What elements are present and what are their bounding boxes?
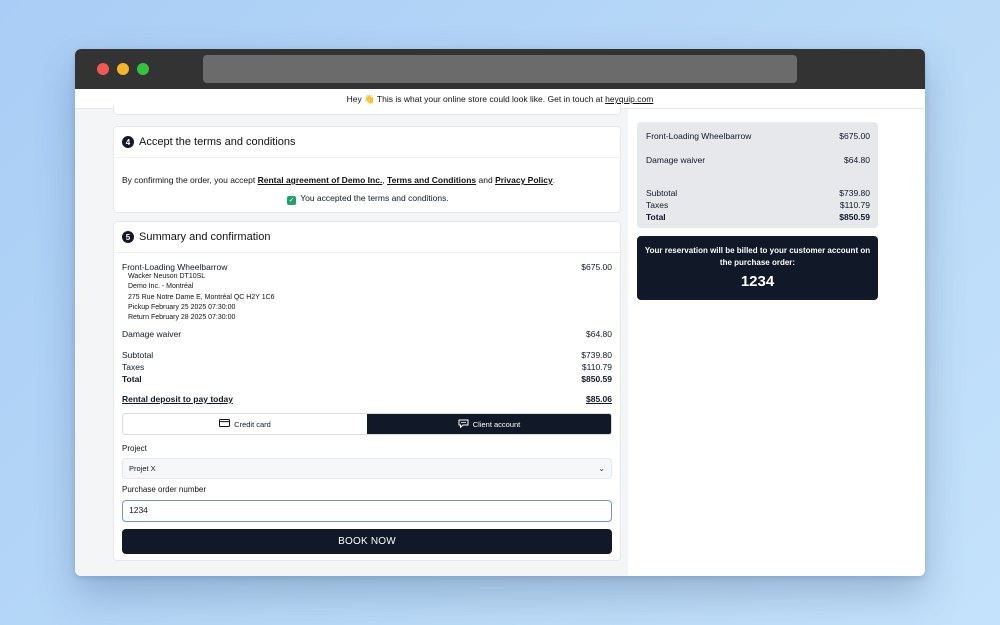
project-selected-value: Projet X [129,464,156,473]
credit-card-icon [219,419,231,429]
summary-header: 5 Summary and confirmation [114,222,620,253]
terms-intro: By confirming the order, you accept [122,175,258,185]
checkout-main-column: 4 Accept the terms and conditions By con… [113,105,621,576]
rental-agreement-link[interactable]: Rental agreement of Demo Inc. [258,175,383,185]
item-address: 275 Rue Notre Dame E, Montréal QC H2Y 1C… [128,293,275,301]
purchase-order-label: Purchase order number [122,485,207,494]
sidebar-subtotal-row: Subtotal $739.80 [646,188,870,198]
project-label: Project [122,444,147,453]
item-row: Front-Loading Wheelbarrow $675.00 [122,262,612,272]
taxes-row: Taxes $110.79 [122,362,612,372]
minimize-window-button[interactable] [117,63,129,75]
item-price: $675.00 [581,262,612,272]
waiver-price: $64.80 [586,329,612,339]
step-number-badge: 5 [122,231,134,243]
taxes-label: Taxes [122,362,145,372]
purchase-order-input[interactable]: 1234 [122,500,612,522]
sidebar-taxes-value: $110.79 [839,200,870,210]
close-window-button[interactable] [97,63,109,75]
sidebar-taxes-row: Taxes $110.79 [646,200,870,210]
privacy-policy-link[interactable]: Privacy Policy [495,175,553,185]
sidebar-subtotal-label: Subtotal [646,188,678,198]
tab-credit-card[interactable]: Credit card [123,414,367,434]
sidebar-total-value: $850.59 [839,212,870,222]
waiver-row: Damage waiver $64.80 [122,329,612,339]
sidebar-taxes-label: Taxes [646,200,669,210]
step-number-badge: 4 [122,136,134,148]
sidebar-subtotal-value: $739.80 [839,188,870,198]
title-bar [75,49,925,89]
item-pickup: Pickup February 25 2025 07:30:00 [128,303,236,311]
terms-statement: By confirming the order, you accept Rent… [122,175,555,185]
maximize-window-button[interactable] [137,63,149,75]
item-return: Return February 28 2025 07:30:00 [128,314,236,322]
deposit-value: $85.06 [586,394,612,404]
sidebar-summary-card: Front-Loading Wheelbarrow $675.00 Damage… [637,122,878,228]
terms-and: and [476,175,496,185]
subtotal-value: $739.80 [581,350,612,360]
subtotal-label: Subtotal [122,350,154,360]
billing-notice-card: Your reservation will be billed to your … [637,236,878,300]
checkout-page: 4 Accept the terms and conditions By con… [75,105,925,576]
terms-title: Accept the terms and conditions [139,136,296,148]
address-bar[interactable] [203,55,797,83]
client-account-icon [458,419,469,430]
sidebar-waiver-label: Damage waiver [646,155,706,165]
subtotal-row: Subtotal $739.80 [122,350,612,360]
summary-card: 5 Summary and confirmation Front-Loading… [113,221,621,561]
sidebar-total-label: Total [646,212,666,222]
deposit-row: Rental deposit to pay today $85.06 [122,394,612,404]
terms-period: . [552,175,556,185]
item-model: Wacker Neuson DT10SL [128,273,206,280]
summary-title: Summary and confirmation [139,231,271,243]
promo-text: Hey 👋 This is what your online store cou… [346,94,606,104]
tab-client-account[interactable]: Client account [367,414,611,434]
book-now-button[interactable]: BOOK NOW [122,529,612,554]
order-summary-sidebar: Front-Loading Wheelbarrow $675.00 Damage… [628,109,925,576]
sidebar-waiver-row: Damage waiver $64.80 [646,155,870,165]
sidebar-waiver-price: $64.80 [844,155,870,165]
check-icon[interactable]: ✓ [287,195,297,205]
terms-card: 4 Accept the terms and conditions By con… [113,126,621,213]
total-value: $850.59 [581,374,612,384]
chevron-down-icon: ⌄ [598,464,605,473]
taxes-value: $110.79 [581,362,612,372]
terms-conditions-link[interactable]: Terms and Conditions [387,175,476,185]
browser-window: Hey 👋 This is what your online store cou… [75,49,925,576]
sidebar-item-price: $675.00 [839,131,870,141]
billing-note: Your reservation will be billed to your … [644,246,871,267]
total-label: Total [122,374,142,384]
waiver-label: Damage waiver [122,329,182,339]
project-select[interactable]: Projet X ⌄ [122,458,612,479]
previous-section-card [113,105,621,115]
payment-method-tabs: Credit card Client account [122,413,612,435]
sidebar-total-row: Total $850.59 [646,212,870,222]
billing-po-number: 1234 [740,273,775,290]
sidebar-item-row: Front-Loading Wheelbarrow $675.00 [646,131,870,141]
sidebar-item-name: Front-Loading Wheelbarrow [646,131,752,141]
promo-link[interactable]: heyquip.com [605,94,653,104]
total-row: Total $850.59 [122,374,612,384]
item-details: Wacker Neuson DT10SL Demo Inc. - Montréa… [128,272,275,323]
accept-terms-checkbox-row[interactable]: ✓ You accepted the terms and conditions. [114,193,622,205]
tab-client-account-label: Client account [472,419,521,429]
item-name: Front-Loading Wheelbarrow [122,262,228,272]
item-location: Demo Inc. - Montréal [128,283,194,291]
accept-terms-label: You accepted the terms and conditions. [300,193,449,203]
deposit-label: Rental deposit to pay today [122,394,233,404]
terms-header: 4 Accept the terms and conditions [114,127,620,158]
tab-credit-card-label: Credit card [234,419,271,429]
